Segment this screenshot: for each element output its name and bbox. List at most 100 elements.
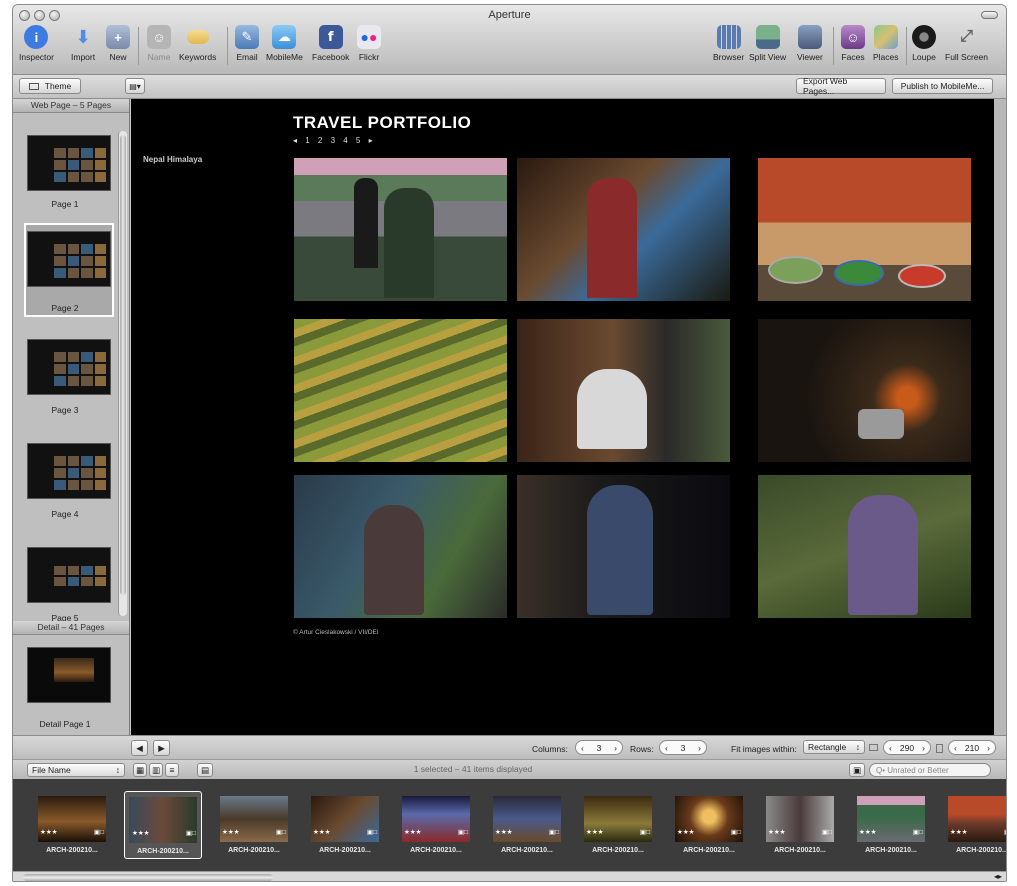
photo-men-portrait[interactable] (517, 319, 730, 462)
rating-stars: ★★★ (40, 829, 58, 836)
adjustment-badge-icon: ▣□ (275, 829, 286, 836)
full-screen-button[interactable]: ⤢ Full Screen (945, 25, 988, 62)
filter-hud-button[interactable]: ▣ (849, 763, 865, 777)
decrement-icon[interactable]: ‹ (954, 743, 957, 753)
split-view-icon (755, 25, 780, 49)
import-button[interactable]: ⬇ Import (71, 25, 95, 63)
rating-stars: ★★★ (222, 829, 240, 836)
theme-button[interactable]: Theme (19, 78, 81, 94)
columns-value: 3 (596, 742, 602, 753)
previous-page-button[interactable]: ◀ (131, 740, 148, 756)
name-button[interactable]: ☺ Name (147, 25, 171, 62)
page-thumbnail[interactable] (27, 339, 111, 395)
email-button[interactable]: ✎ Email (235, 25, 259, 62)
faces-button[interactable]: ☺ Faces (841, 25, 865, 62)
height-stepper[interactable]: ‹ 210 › (948, 740, 996, 755)
page-thumbnail[interactable] (27, 135, 111, 191)
browser-thumbnail[interactable]: ★★★ ▣□ ARCH-200210... (397, 791, 475, 859)
page-list-scrollbar[interactable] (118, 131, 127, 616)
mobileme-button[interactable]: ☁ MobileMe (266, 25, 303, 62)
browser-thumbnail[interactable]: ★★★ ▣□ ARCH-200210... (761, 791, 839, 859)
browser-thumbnail-selected[interactable]: ★★★ ▣□ ARCH-200210... (124, 791, 202, 859)
browser-thumbnail[interactable]: ★★★ ▣□ ARCH-200210... (852, 791, 930, 859)
webpage-preview: TRAVEL PORTFOLIO ◂ 1 2 3 4 5 ▸ Nepal Him… (131, 99, 994, 735)
increment-icon[interactable]: › (922, 743, 925, 753)
detail-page-label: Detail Page 1 (39, 719, 91, 729)
photo-terraced-fields[interactable] (294, 319, 507, 462)
export-web-pages-button[interactable]: Export Web Pages... (796, 76, 886, 96)
person-icon: ☺ (147, 25, 171, 49)
columns-stepper[interactable]: ‹ 3 › (575, 740, 623, 755)
page-options-button[interactable]: ▤▾ (125, 78, 145, 94)
thumbnail-badges: ★★★ ▣□ (311, 828, 379, 836)
browser-thumbnail[interactable]: ★★★ ▣□ ARCH-200210... (306, 791, 384, 859)
increment-icon[interactable]: › (698, 743, 701, 753)
rating-stars: ★★★ (768, 829, 786, 836)
browser-thumbnail[interactable]: ★★★ ▣□ ARCH-200210... (579, 791, 657, 859)
publish-mobileme-button[interactable]: Publish to MobileMe... (892, 78, 993, 94)
grid-view-icon: ▦ (135, 764, 145, 775)
toolbar-divider (227, 27, 228, 65)
grid-view-button[interactable]: ▦ (133, 763, 147, 777)
photo-cooking-pots[interactable] (758, 319, 971, 462)
height-icon (936, 744, 943, 753)
width-stepper[interactable]: ‹ 290 › (883, 740, 931, 755)
decrement-icon[interactable]: ‹ (889, 743, 892, 753)
detail-page-thumbnail[interactable] (27, 647, 111, 703)
toolbar-divider (906, 27, 907, 65)
browser-thumbnail[interactable]: ★★★ ▣□ ARCH-200210... (33, 791, 111, 859)
sort-select[interactable]: File Name ↕ (27, 763, 125, 777)
scrollbar-thumb[interactable] (23, 874, 273, 881)
photo-figure (587, 485, 653, 615)
height-value: 210 (964, 742, 980, 753)
photo-boy-smiling[interactable] (294, 475, 507, 618)
filter-search-input[interactable]: Q• Unrated or Better (869, 763, 991, 777)
page-thumbnail[interactable] (27, 443, 111, 499)
browser-options-button[interactable]: ▤ (197, 763, 213, 777)
scroll-arrows-icon[interactable]: ◂▸ (994, 872, 1002, 881)
browser-scrollbar[interactable]: ◂▸ (13, 871, 1006, 881)
page-options-icon: ▤▾ (129, 81, 141, 91)
page-thumbnail-selected[interactable] (27, 231, 111, 287)
flickr-button[interactable]: ● ● Flickr (357, 25, 381, 62)
toolbar-toggle-button[interactable] (981, 11, 998, 19)
browser-button[interactable]: Browser (713, 25, 744, 62)
browser-thumbnail[interactable]: ★★★ ▣□ ARCH-200210... (215, 791, 293, 859)
fit-images-select[interactable]: Rectangle ↕ (803, 740, 865, 754)
facebook-button[interactable]: f Facebook (312, 25, 349, 62)
photo-woman-kitchen[interactable] (517, 158, 730, 301)
rows-stepper[interactable]: ‹ 3 › (659, 740, 707, 755)
photo-girl-portrait[interactable] (517, 475, 730, 618)
thumbnail-filename: ARCH-200210... (410, 847, 462, 854)
increment-icon[interactable]: › (987, 743, 990, 753)
page-navigation[interactable]: ◂ 1 2 3 4 5 ▸ (293, 136, 376, 145)
browser-thumbnail[interactable]: ★★★ ▣□ ARCH-200210... (670, 791, 748, 859)
browser-thumbnail[interactable]: ★★★ ▣□ ARCH-200210... (488, 791, 566, 859)
photo-credit: © Artur Cieslakowski / VII/DEI (293, 629, 379, 636)
list-view-button[interactable]: ≡ (165, 763, 179, 777)
aperture-window: Aperture i Inspector ⬇ Import + New ☺ Na… (12, 4, 1007, 882)
adjustment-badge-icon: ▣□ (730, 829, 741, 836)
filmstrip-view-button[interactable]: ▥ (149, 763, 163, 777)
increment-icon[interactable]: › (614, 743, 617, 753)
photo-children-group[interactable] (758, 475, 971, 618)
inspector-button[interactable]: i Inspector (19, 25, 54, 62)
decrement-icon[interactable]: ‹ (581, 743, 584, 753)
toolbar: Aperture i Inspector ⬇ Import + New ☺ Na… (13, 5, 1006, 75)
split-view-button[interactable]: Split View (749, 25, 786, 62)
photo-boy-carrying-tray[interactable] (294, 158, 507, 301)
keywords-button[interactable]: Keywords (179, 25, 216, 62)
browser-thumbnail[interactable]: ★★★ ▣□ ARCH-200210... (943, 791, 1006, 859)
scrollbar-thumb[interactable] (120, 135, 126, 595)
loupe-button[interactable]: Loupe (912, 25, 936, 62)
viewer-label: Viewer (797, 52, 823, 62)
decrement-icon[interactable]: ‹ (665, 743, 668, 753)
photo-children-food-bowls[interactable] (758, 158, 971, 301)
page-thumbnail[interactable] (27, 547, 111, 603)
new-button[interactable]: + New (106, 25, 130, 62)
viewer-button[interactable]: Viewer (797, 25, 823, 62)
places-button[interactable]: Places (873, 25, 899, 62)
next-page-button[interactable]: ▶ (153, 740, 170, 756)
flickr-label: Flickr (358, 52, 380, 62)
album-name: Nepal Himalaya (143, 155, 203, 164)
